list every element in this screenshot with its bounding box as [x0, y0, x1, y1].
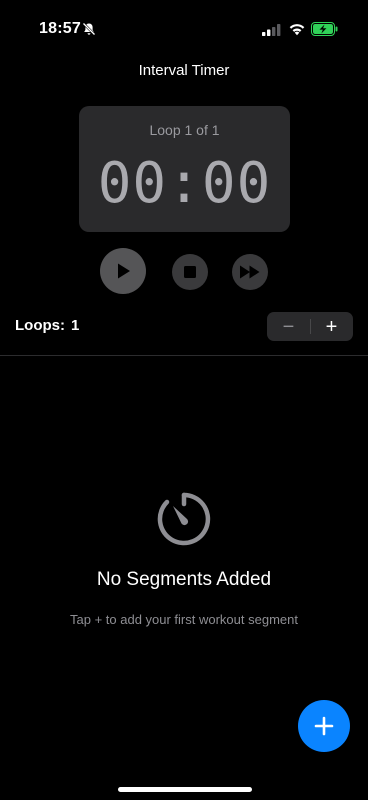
silent-bell-icon — [82, 22, 96, 36]
home-indicator[interactable] — [118, 787, 252, 792]
empty-state-subtitle: Tap + to add your first workout segment — [70, 612, 298, 627]
timer-card: Loop 1 of 1 00:00 — [79, 106, 290, 232]
timer-icon — [157, 492, 211, 546]
skip-forward-button[interactable] — [232, 254, 268, 290]
wifi-icon — [289, 24, 305, 36]
stop-icon — [184, 266, 196, 278]
status-time: 18:57 — [39, 20, 81, 37]
plus-icon — [314, 716, 334, 736]
play-button[interactable] — [100, 248, 146, 294]
timer-display: 00:00 — [97, 151, 272, 216]
app-screen: 18:57 Interval Timer Loop 1 of 1 00:00 L… — [0, 0, 368, 800]
fast-forward-icon — [240, 265, 260, 279]
empty-state-title: No Segments Added — [96, 569, 272, 590]
loop-counter-label: Loop 1 of 1 — [149, 122, 220, 138]
loops-label: Loops: — [15, 317, 65, 334]
stop-button[interactable] — [172, 254, 208, 290]
section-divider — [0, 355, 368, 356]
decrement-button[interactable]: − — [267, 312, 310, 341]
cellular-signal-icon — [262, 24, 281, 36]
loops-stepper: − + — [267, 312, 353, 341]
loops-value: 1 — [71, 317, 80, 334]
battery-charging-icon — [311, 22, 338, 36]
add-segment-button[interactable] — [298, 700, 350, 752]
page-title: Interval Timer — [138, 62, 230, 79]
play-icon — [118, 263, 130, 279]
increment-button[interactable]: + — [310, 312, 353, 341]
